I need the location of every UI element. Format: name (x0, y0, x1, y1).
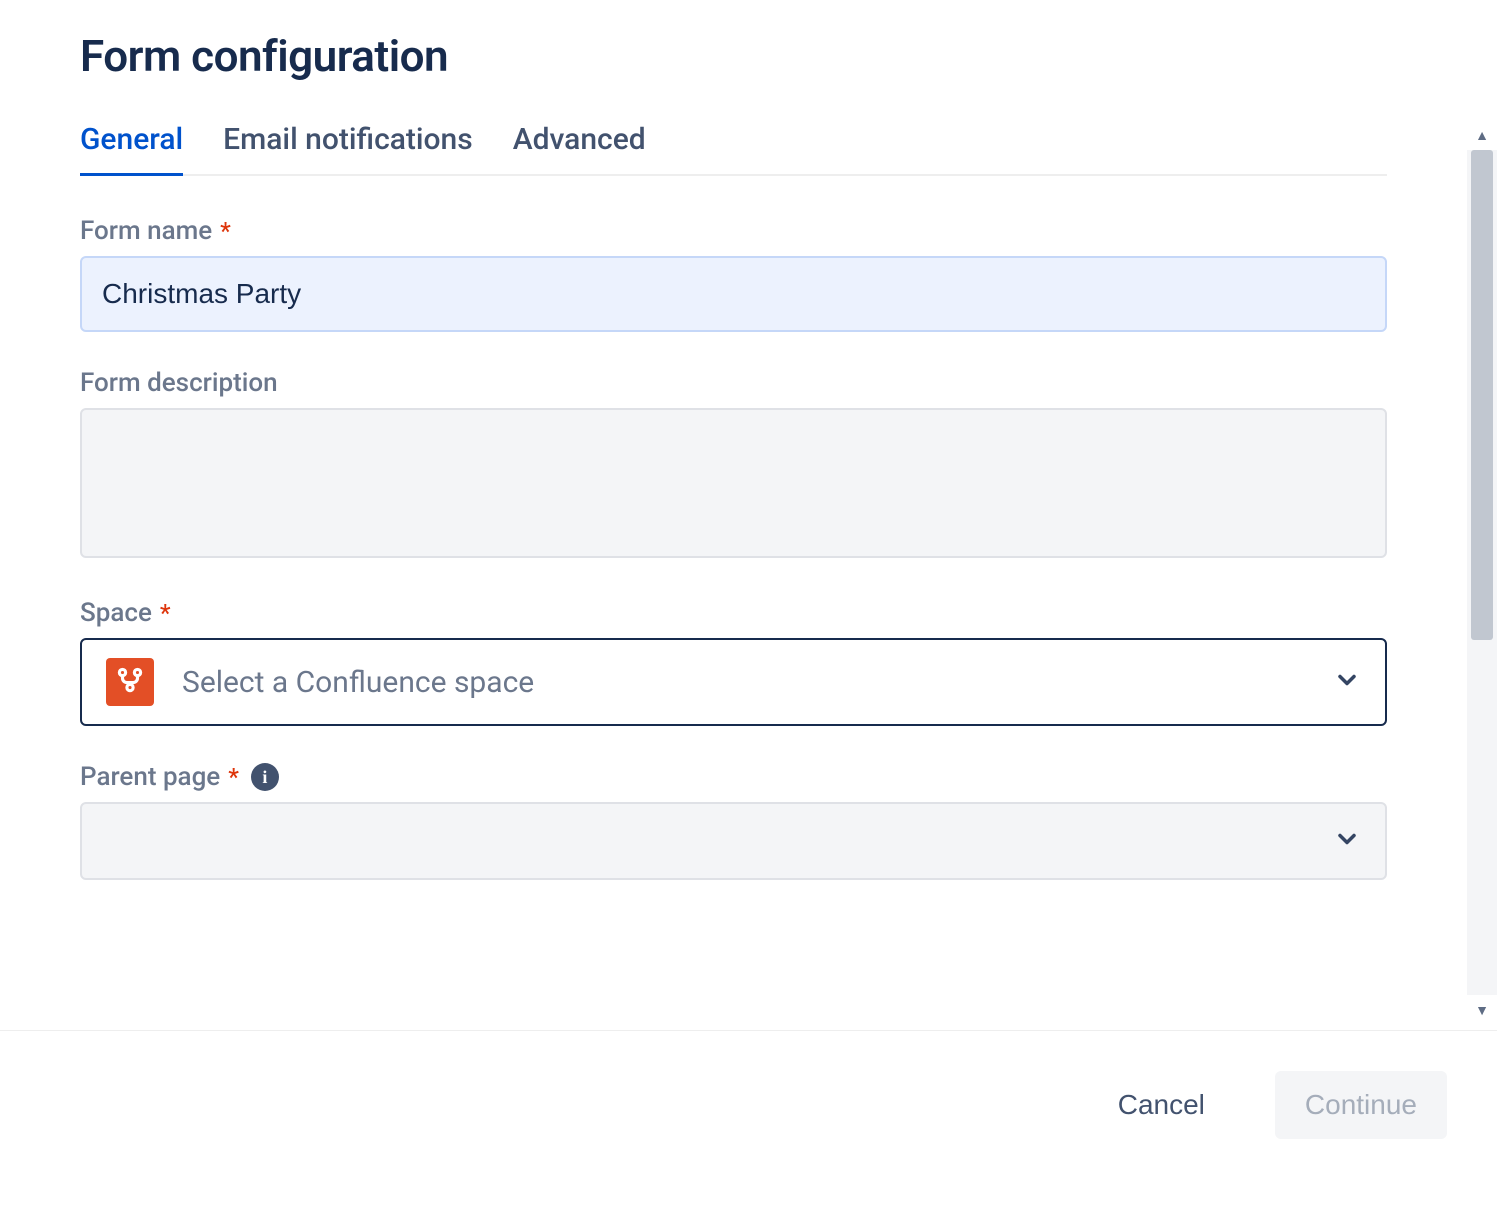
parent-page-label: Parent page * i (80, 762, 1387, 792)
scroll-thumb[interactable] (1471, 150, 1493, 640)
chevron-down-icon (1333, 825, 1361, 857)
vertical-scrollbar[interactable]: ▲ ▼ (1467, 120, 1497, 1025)
space-icon-box (106, 658, 154, 706)
page-title: Form configuration (80, 30, 1387, 82)
info-icon[interactable]: i (251, 763, 279, 791)
form-name-input[interactable] (80, 256, 1387, 332)
field-form-description: Form description (80, 368, 1387, 562)
space-placeholder: Select a Confluence space (182, 665, 1333, 700)
parent-page-select[interactable] (80, 802, 1387, 880)
cancel-button[interactable]: Cancel (1088, 1071, 1235, 1139)
scroll-down-arrow-icon[interactable]: ▼ (1467, 995, 1497, 1025)
scroll-track[interactable] (1467, 150, 1497, 995)
required-indicator: * (160, 599, 171, 627)
space-label-text: Space (80, 598, 152, 628)
form-description-label-text: Form description (80, 368, 278, 398)
tab-advanced[interactable]: Advanced (513, 122, 646, 176)
form-description-label: Form description (80, 368, 1387, 398)
required-indicator: * (220, 217, 231, 245)
field-parent-page: Parent page * i (80, 762, 1387, 880)
footer: Cancel Continue (0, 1030, 1497, 1225)
field-form-name: Form name * (80, 216, 1387, 332)
tab-general[interactable]: General (80, 122, 183, 176)
form-name-label-text: Form name (80, 216, 212, 246)
required-indicator: * (228, 763, 239, 791)
parent-page-label-text: Parent page (80, 762, 220, 792)
continue-button[interactable]: Continue (1275, 1071, 1447, 1139)
form-description-input[interactable] (80, 408, 1387, 558)
form-name-label: Form name * (80, 216, 1387, 246)
field-space: Space * (80, 598, 1387, 726)
tabs: General Email notifications Advanced (80, 122, 1387, 176)
chevron-down-icon (1333, 666, 1361, 698)
scroll-up-arrow-icon[interactable]: ▲ (1467, 120, 1497, 150)
space-label: Space * (80, 598, 1387, 628)
git-branch-icon (115, 665, 145, 699)
tab-email-notifications[interactable]: Email notifications (223, 122, 473, 176)
space-select[interactable]: Select a Confluence space (80, 638, 1387, 726)
